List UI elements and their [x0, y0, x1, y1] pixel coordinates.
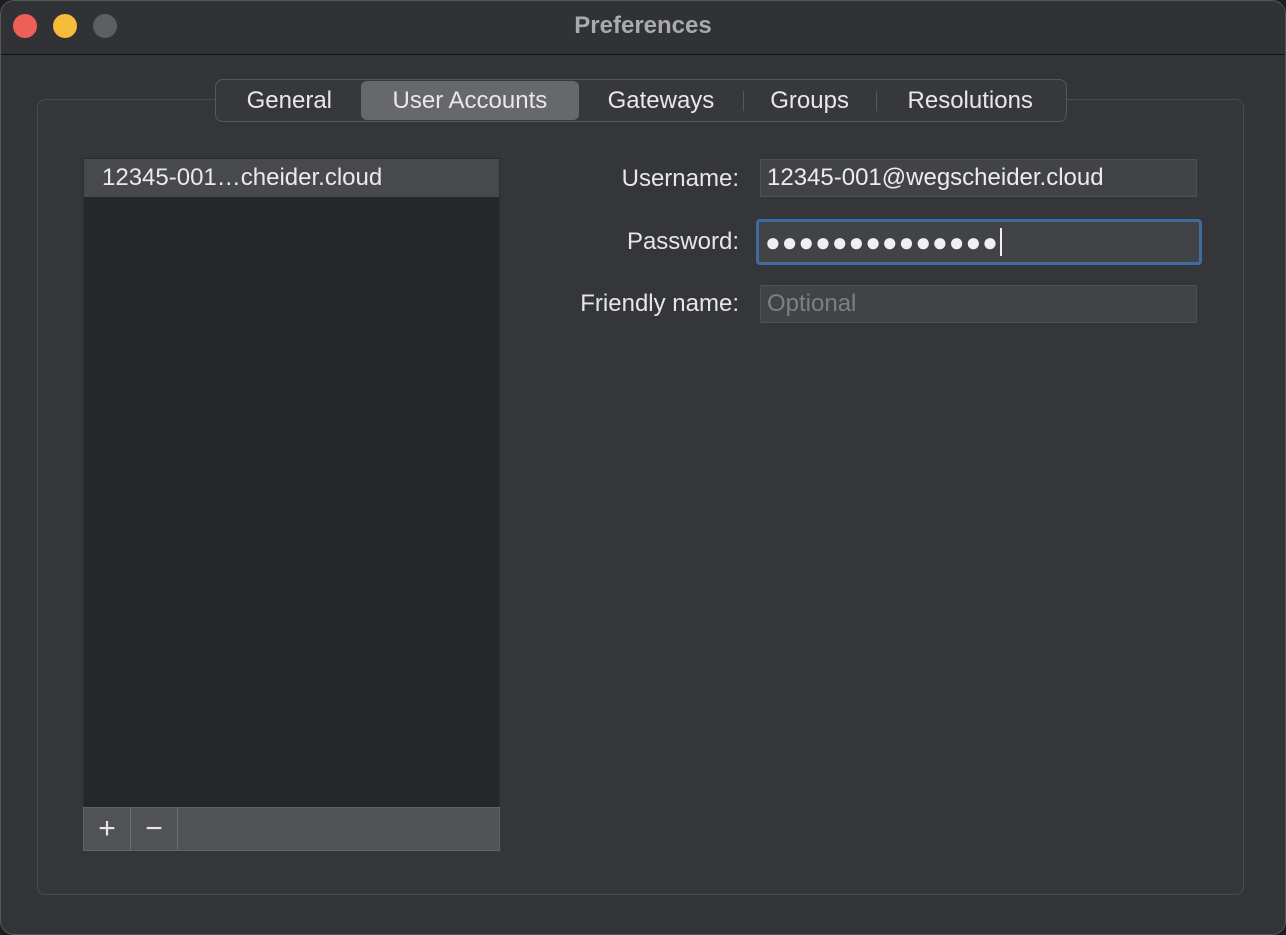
tab-general[interactable]: General	[218, 81, 361, 120]
preferences-window: Preferences General User Accounts Gatewa…	[0, 0, 1286, 935]
username-label: Username:	[621, 165, 739, 192]
tab-bar: General User Accounts Gateways Groups Re…	[215, 79, 1067, 122]
password-label: Password:	[626, 228, 739, 255]
remove-account-button[interactable]: −	[131, 808, 178, 850]
username-field[interactable]	[760, 159, 1197, 197]
add-account-button[interactable]: +	[84, 808, 131, 850]
accounts-list-toolbar: + −	[83, 807, 500, 851]
tab-user-accounts[interactable]: User Accounts	[360, 81, 580, 120]
text-caret	[999, 228, 1002, 256]
window-title: Preferences	[574, 12, 712, 39]
password-mask: ●●●●●●●●●●●●●●	[765, 227, 999, 257]
account-list-item[interactable]: 12345-001…cheider.cloud	[84, 159, 499, 197]
friendly-name-label: Friendly name:	[580, 290, 739, 317]
accounts-list[interactable]: 12345-001…cheider.cloud	[83, 158, 500, 808]
plus-icon: +	[98, 812, 116, 845]
tab-groups[interactable]: Groups	[742, 81, 877, 120]
title-bar[interactable]: Preferences	[1, 1, 1285, 55]
friendly-name-field[interactable]	[760, 285, 1197, 323]
tab-gateways[interactable]: Gateways	[579, 81, 743, 120]
minus-icon: −	[145, 812, 163, 845]
password-field[interactable]: ●●●●●●●●●●●●●●	[756, 219, 1202, 265]
tab-resolutions[interactable]: Resolutions	[876, 81, 1064, 120]
